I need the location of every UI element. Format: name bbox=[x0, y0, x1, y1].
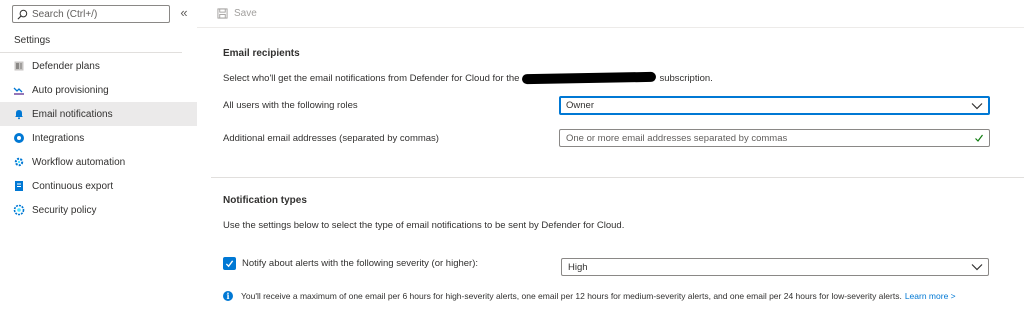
save-icon bbox=[217, 8, 228, 19]
defender-plans-icon bbox=[13, 60, 25, 72]
sidebar-item-label: Continuous export bbox=[32, 180, 114, 192]
save-label: Save bbox=[234, 8, 257, 19]
sidebar-item-label: Auto provisioning bbox=[32, 84, 109, 96]
sidebar-item-label: Email notifications bbox=[32, 108, 113, 120]
description-prefix: Select who'll get the email notification… bbox=[223, 73, 520, 84]
email-recipients-description: Select who'll get the email notification… bbox=[223, 72, 713, 85]
email-recipients-title: Email recipients bbox=[223, 48, 300, 59]
roles-label: All users with the following roles bbox=[223, 100, 358, 111]
sidebar: « Settings Defender plans Auto provision… bbox=[0, 0, 197, 326]
settings-nav: Defender plans Auto provisioning Email n… bbox=[0, 54, 197, 222]
sidebar-item-label: Defender plans bbox=[32, 60, 100, 72]
sidebar-item-auto-provisioning[interactable]: Auto provisioning bbox=[0, 78, 197, 102]
severity-dropdown[interactable]: High bbox=[561, 258, 989, 276]
valid-check-icon bbox=[975, 134, 983, 142]
roles-selected-value: Owner bbox=[566, 100, 594, 111]
sidebar-item-label: Security policy bbox=[32, 204, 97, 216]
sidebar-item-continuous-export[interactable]: Continuous export bbox=[0, 174, 197, 198]
notification-types-description: Use the settings below to select the typ… bbox=[223, 220, 625, 231]
continuous-export-icon bbox=[13, 180, 25, 192]
additional-emails-label: Additional email addresses (separated by… bbox=[223, 133, 439, 144]
sidebar-item-label: Workflow automation bbox=[32, 156, 126, 168]
alerts-checkbox-label: Notify about alerts with the following s… bbox=[242, 258, 479, 269]
security-policy-icon bbox=[13, 204, 25, 216]
alerts-checkbox-row[interactable]: Notify about alerts with the following s… bbox=[223, 257, 478, 270]
main-content: Email recipients Select who'll get the e… bbox=[197, 29, 1024, 326]
divider bbox=[0, 52, 182, 53]
command-bar: Save bbox=[197, 0, 1024, 28]
search-input[interactable] bbox=[32, 8, 162, 20]
learn-more-link[interactable]: Learn more > bbox=[905, 291, 956, 301]
collapse-sidebar-button[interactable]: « bbox=[178, 6, 190, 20]
chevron-down-icon bbox=[971, 103, 983, 110]
additional-emails-input[interactable]: One or more email addresses separated by… bbox=[559, 129, 990, 147]
settings-header: Settings bbox=[14, 35, 51, 46]
section-divider bbox=[211, 177, 1024, 178]
save-button[interactable]: Save bbox=[217, 8, 257, 19]
info-icon: i bbox=[223, 291, 233, 301]
info-message: i You'll receive a maximum of one email … bbox=[223, 291, 956, 301]
sidebar-item-defender-plans[interactable]: Defender plans bbox=[0, 54, 197, 78]
severity-selected-value: High bbox=[568, 261, 588, 273]
chevron-down-icon bbox=[971, 264, 983, 271]
sidebar-item-workflow-automation[interactable]: Workflow automation bbox=[0, 150, 197, 174]
alerts-checkbox[interactable] bbox=[223, 257, 236, 270]
sidebar-item-label: Integrations bbox=[32, 132, 85, 144]
description-suffix: subscription. bbox=[659, 73, 713, 84]
integrations-icon bbox=[13, 132, 25, 144]
workflow-automation-icon bbox=[13, 156, 25, 168]
info-text: You'll receive a maximum of one email pe… bbox=[241, 291, 902, 301]
additional-emails-placeholder: One or more email addresses separated by… bbox=[566, 132, 788, 144]
email-notifications-icon bbox=[13, 108, 25, 120]
notification-types-title: Notification types bbox=[223, 195, 307, 206]
sidebar-item-security-policy[interactable]: Security policy bbox=[0, 198, 197, 222]
search-icon bbox=[17, 9, 28, 19]
checkmark-icon bbox=[225, 260, 234, 268]
sidebar-item-integrations[interactable]: Integrations bbox=[0, 126, 197, 150]
auto-provisioning-icon bbox=[13, 84, 25, 96]
redacted-subscription-name bbox=[522, 72, 657, 85]
search-box[interactable] bbox=[12, 5, 170, 23]
roles-dropdown[interactable]: Owner bbox=[559, 96, 990, 115]
sidebar-item-email-notifications[interactable]: Email notifications bbox=[0, 102, 197, 126]
